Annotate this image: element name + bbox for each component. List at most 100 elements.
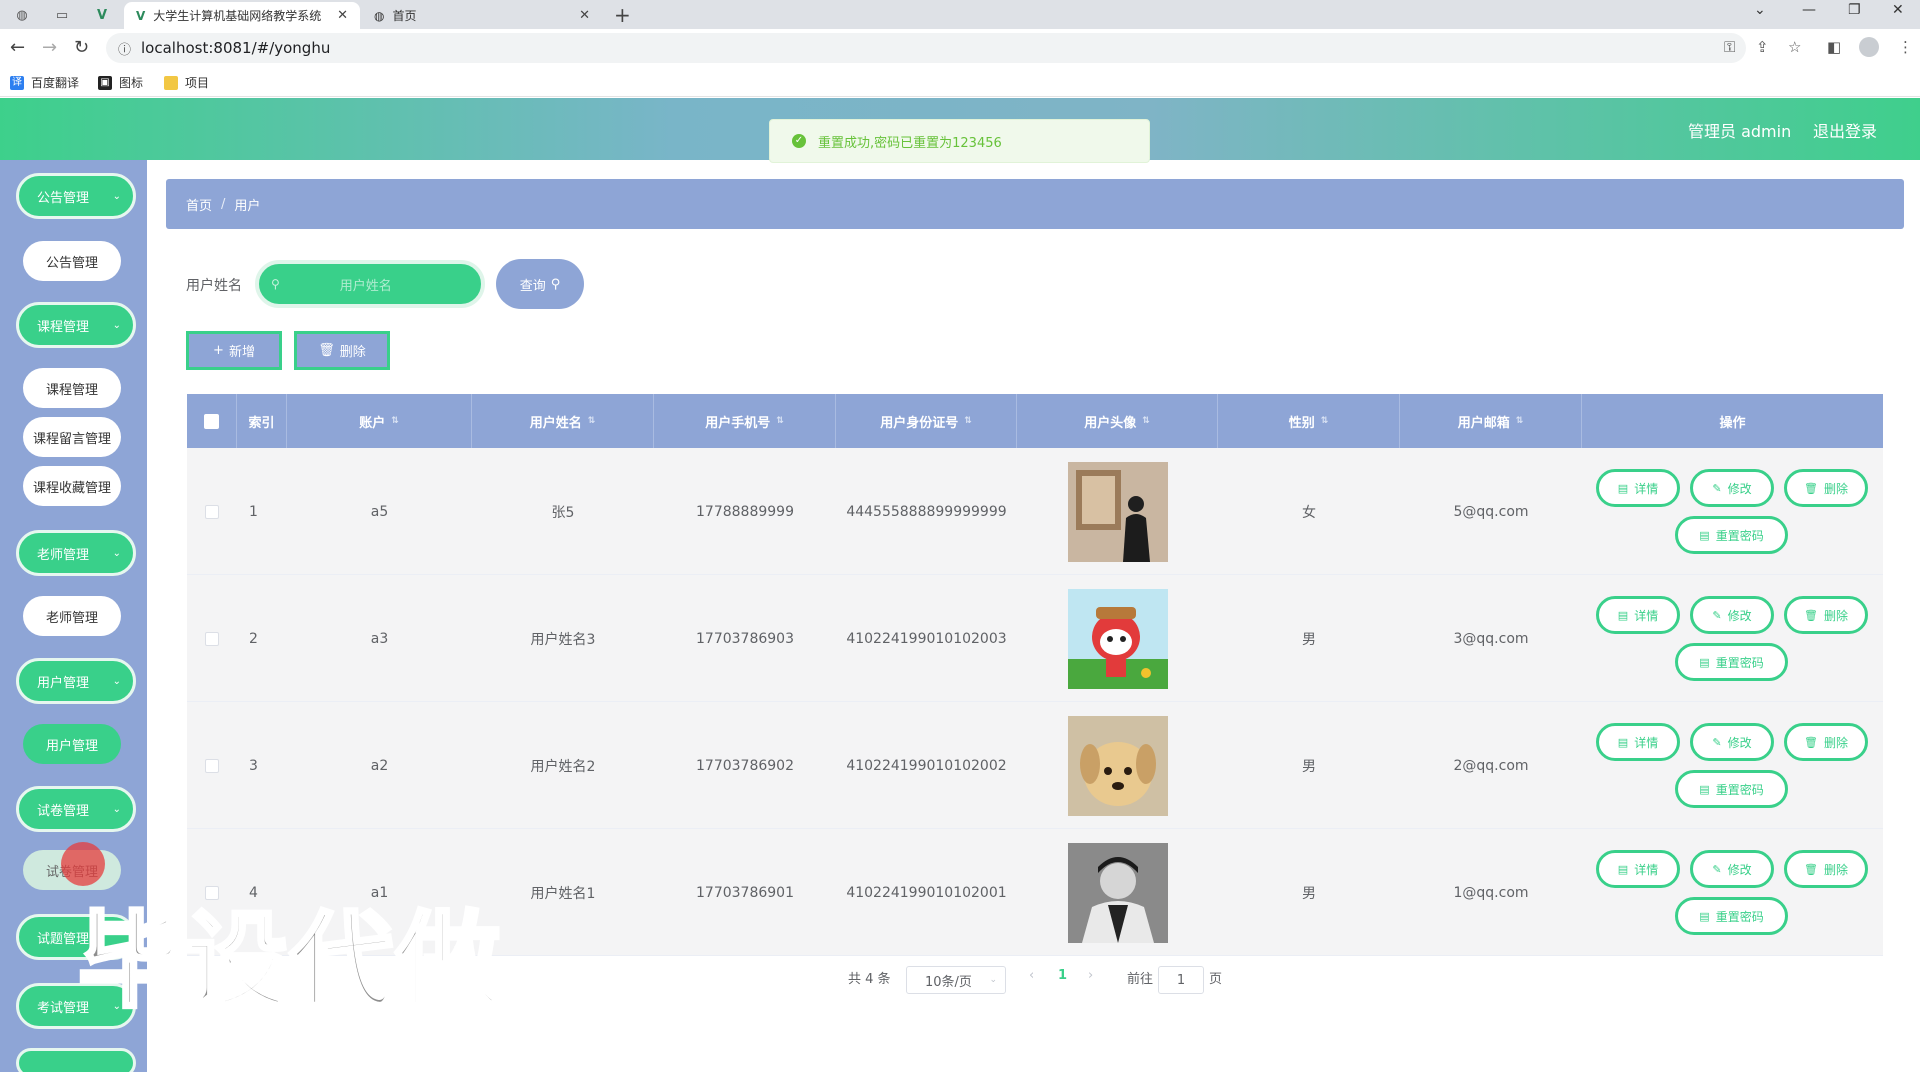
menu-item-course[interactable]: 课程管理 (23, 368, 121, 408)
row-checkbox[interactable] (205, 631, 219, 646)
pinned-tab-vue-icon[interactable]: V (88, 4, 116, 26)
key-icon[interactable]: ⚿ (1724, 38, 1735, 56)
bookmark-label: 项目 (185, 76, 210, 90)
menu-group-teacher[interactable]: 老师管理 ⌄ (16, 530, 136, 576)
next-page-icon[interactable]: › (1088, 968, 1093, 983)
menu-group-user[interactable]: 用户管理 ⌄ (16, 658, 136, 704)
browser-tab-active[interactable]: V 大学生计算机基础网络教学系统 ✕ (124, 2, 360, 29)
url-field[interactable]: ⓘ localhost:8081/#/yonghu (106, 33, 1746, 63)
goto-page-input[interactable]: 1 (1158, 966, 1204, 994)
edit-button[interactable]: ✎ 修改 (1690, 723, 1774, 761)
browser-tab-home[interactable]: ◍ 首页 ✕ (362, 2, 602, 29)
cell-phone: 17703786903 (696, 630, 794, 647)
delete-button[interactable]: 🗑 删除 (1784, 596, 1868, 634)
page-number-current[interactable]: 1 (1058, 968, 1067, 983)
close-tab-icon[interactable]: ✕ (337, 8, 348, 23)
goto-prefix: 前往 (1127, 972, 1154, 987)
menu-kebab-icon[interactable]: ⋮ (1898, 38, 1913, 56)
sort-icon[interactable]: ⇅ (1142, 416, 1150, 426)
cell-index: 3 (249, 757, 258, 774)
back-icon[interactable]: ← (10, 37, 25, 58)
bookmark-star-icon[interactable]: ☆ (1788, 38, 1801, 56)
bookmark-item[interactable]: 译 百度翻译 (10, 74, 79, 91)
pinned-tab-page-icon[interactable]: ▭ (48, 4, 76, 26)
delete-button[interactable]: 🗑 删除 (1784, 723, 1868, 761)
detail-button[interactable]: ▤ 详情 (1596, 723, 1680, 761)
detail-button[interactable]: ▤ 详情 (1596, 850, 1680, 888)
column-header-account[interactable]: 账户 ⇅ (287, 394, 472, 448)
breadcrumb-home[interactable]: 首页 (186, 195, 212, 214)
detail-button[interactable]: ▤ 详情 (1596, 596, 1680, 634)
forward-icon[interactable]: → (42, 37, 57, 58)
menu-group-notice[interactable]: 公告管理 ⌄ (16, 173, 136, 219)
reset-password-button[interactable]: ▤ 重置密码 (1675, 897, 1788, 935)
reset-password-button[interactable]: ▤ 重置密码 (1675, 770, 1788, 808)
column-header-name[interactable]: 用户姓名 ⇅ (472, 394, 654, 448)
menu-item-user[interactable]: 用户管理 (23, 724, 121, 764)
minimize-icon[interactable]: — (1802, 2, 1816, 18)
sort-icon[interactable]: ⇅ (588, 416, 596, 426)
profile-avatar[interactable] (1859, 37, 1879, 57)
menu-group-label: 试卷管理 (37, 803, 90, 819)
close-tab-icon[interactable]: ✕ (579, 8, 590, 23)
info-icon[interactable]: ⓘ (118, 39, 131, 58)
column-header-index: 索引 (237, 394, 287, 448)
pinned-tab-globe-icon[interactable]: ◍ (8, 4, 36, 26)
translate-icon: 译 (10, 75, 24, 90)
menu-group-more[interactable] (16, 1048, 136, 1072)
reset-password-button[interactable]: ▤ 重置密码 (1675, 643, 1788, 681)
column-header-phone[interactable]: 用户手机号 ⇅ (654, 394, 836, 448)
tab-title: 首页 (392, 9, 417, 23)
search-input[interactable]: ⚲ 用户姓名 (255, 260, 485, 308)
close-window-icon[interactable]: ✕ (1892, 2, 1904, 18)
query-button[interactable]: 查询 ⚲ (496, 259, 584, 309)
add-button[interactable]: + 新增 (186, 331, 282, 370)
document-icon: ▤ (1617, 608, 1629, 622)
menu-item-course-comments[interactable]: 课程留言管理 (23, 417, 121, 457)
cell-name: 张5 (551, 504, 575, 521)
menu-item-teacher[interactable]: 老师管理 (23, 596, 121, 636)
delete-label: 删除 (1823, 608, 1848, 623)
prev-page-icon[interactable]: ‹ (1029, 968, 1034, 983)
edit-button[interactable]: ✎ 修改 (1690, 596, 1774, 634)
bookmark-item[interactable]: 项目 (164, 74, 209, 91)
select-all-checkbox[interactable] (204, 413, 219, 429)
batch-delete-button[interactable]: 🗑 删除 (294, 331, 390, 370)
sort-icon[interactable]: ⇅ (391, 416, 399, 426)
logout-link[interactable]: 退出登录 (1813, 118, 1877, 142)
new-tab-icon[interactable]: + (614, 3, 631, 27)
reset-password-button[interactable]: ▤ 重置密码 (1675, 516, 1788, 554)
menu-group-course[interactable]: 课程管理 ⌄ (16, 302, 136, 348)
reset-label: 重置密码 (1715, 528, 1764, 543)
sort-icon[interactable]: ⇅ (776, 416, 784, 426)
reload-icon[interactable]: ↻ (74, 37, 89, 58)
edit-button[interactable]: ✎ 修改 (1690, 469, 1774, 507)
restore-icon[interactable]: ❐ (1848, 2, 1861, 18)
column-label: 用户身份证号 (880, 415, 959, 431)
delete-button[interactable]: 🗑 删除 (1784, 850, 1868, 888)
edit-button[interactable]: ✎ 修改 (1690, 850, 1774, 888)
delete-button[interactable]: 🗑 删除 (1784, 469, 1868, 507)
side-panel-icon[interactable]: ◧ (1827, 38, 1841, 56)
cell-account: a2 (370, 757, 389, 774)
sort-icon[interactable]: ⇅ (964, 416, 972, 426)
tab-search-chevron-icon[interactable]: ⌄ (1754, 2, 1766, 18)
column-header-avatar[interactable]: 用户头像 ⇅ (1017, 394, 1218, 448)
bookmark-item[interactable]: ▣ 图标 (98, 74, 143, 91)
share-icon[interactable]: ⇪ (1756, 38, 1769, 56)
row-checkbox[interactable] (205, 758, 219, 773)
cell-email: 5@qq.com (1453, 503, 1529, 520)
document-icon: ▤ (1617, 735, 1629, 749)
table-header: 索引 账户 ⇅ 用户姓名 ⇅ 用户手机号 ⇅ 用户身份证号 ⇅ 用户头像 ⇅ 性别 ⇅ 用户… (187, 394, 1883, 448)
page-size-select[interactable]: 10条/页 ⌄ (906, 966, 1006, 994)
column-header-idcard[interactable]: 用户身份证号 ⇅ (836, 394, 1017, 448)
menu-item-course-favorites[interactable]: 课程收藏管理 (23, 466, 121, 506)
row-checkbox[interactable] (205, 504, 219, 519)
column-header-email[interactable]: 用户邮箱 ⇅ (1400, 394, 1582, 448)
menu-item-notice[interactable]: 公告管理 (23, 241, 121, 281)
sort-icon[interactable]: ⇅ (1516, 416, 1524, 426)
menu-group-paper[interactable]: 试卷管理 ⌄ (16, 786, 136, 832)
detail-button[interactable]: ▤ 详情 (1596, 469, 1680, 507)
column-header-gender[interactable]: 性别 ⇅ (1218, 394, 1400, 448)
sort-icon[interactable]: ⇅ (1321, 416, 1329, 426)
